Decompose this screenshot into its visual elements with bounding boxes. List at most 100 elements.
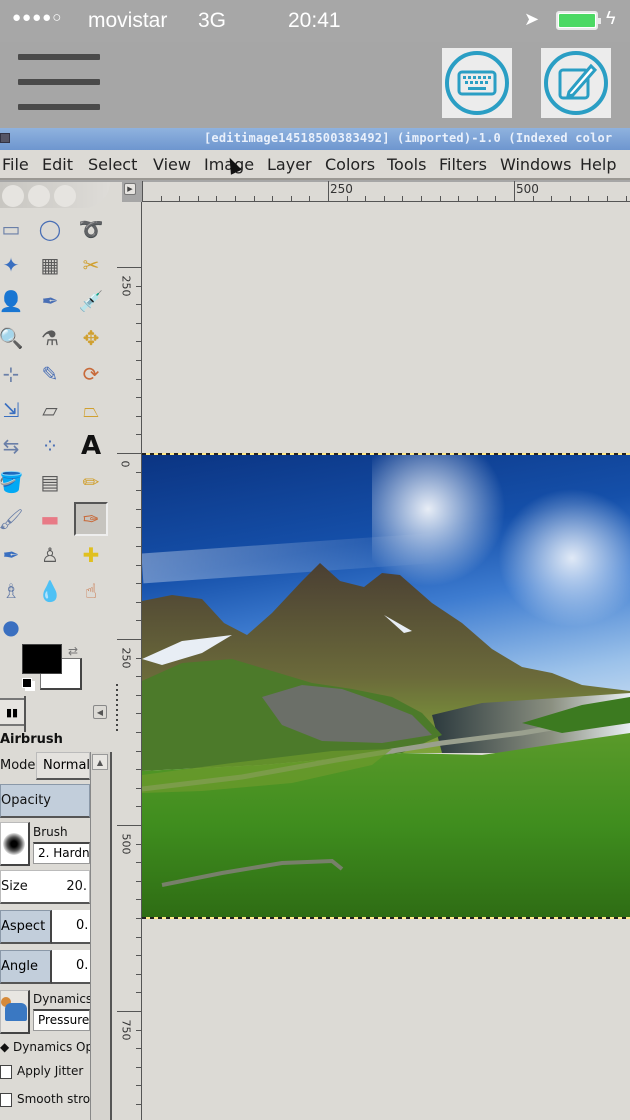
tool-flip-icon[interactable]: ⇆ bbox=[0, 429, 28, 463]
tool-free-select-icon[interactable]: ➰ bbox=[74, 212, 108, 246]
battery-icon bbox=[556, 11, 601, 30]
dynamics-field[interactable]: Pressure bbox=[33, 1009, 90, 1031]
image-layer[interactable] bbox=[142, 453, 630, 919]
ruler-tick bbox=[136, 713, 141, 715]
menu-bar: File Edit Select View Image Layer Colors… bbox=[0, 150, 630, 180]
tool-blur-sharpen-icon[interactable]: 💧 bbox=[33, 574, 67, 608]
menu-file[interactable]: File bbox=[2, 155, 29, 174]
tool-foreground-select-icon[interactable]: 👤 bbox=[0, 284, 28, 318]
tool-measure-icon[interactable]: ⚗ bbox=[33, 321, 67, 355]
options-scrollbar[interactable] bbox=[90, 752, 112, 1120]
tool-color-picker-icon[interactable]: 💉 bbox=[74, 284, 108, 318]
network-type: 3G bbox=[198, 9, 227, 32]
ruler-tick bbox=[117, 267, 141, 268]
dynamics-options-expander[interactable]: ◆ Dynamics Options bbox=[0, 1040, 90, 1054]
ruler-tick bbox=[136, 341, 141, 343]
menu-view[interactable]: View bbox=[153, 155, 191, 174]
ruler-tick bbox=[117, 453, 141, 454]
wilber-decoration bbox=[2, 185, 24, 207]
ruler-tick bbox=[160, 196, 162, 201]
ruler-tick bbox=[607, 196, 608, 201]
ruler-tick bbox=[136, 1104, 141, 1105]
tab-divider bbox=[24, 696, 26, 732]
ruler-tick bbox=[136, 880, 141, 882]
tool-paintbrush-icon[interactable]: 🖌 bbox=[0, 502, 28, 536]
edit-button[interactable] bbox=[541, 48, 611, 118]
aspect-value-field[interactable]: 0. bbox=[52, 910, 90, 944]
brush-name-field[interactable]: 2. Hardness 050 bbox=[33, 842, 90, 864]
hamburger-line bbox=[18, 104, 100, 110]
tool-crop-icon[interactable]: ✎ bbox=[33, 357, 67, 391]
tool-ellipse-select-icon[interactable]: ◯ bbox=[33, 212, 67, 246]
menu-layer[interactable]: Layer bbox=[267, 155, 312, 174]
tool-scissors-select-icon[interactable]: ✂ bbox=[74, 248, 108, 282]
swap-colors-icon[interactable]: ⇄ bbox=[68, 644, 78, 658]
ruler-tick bbox=[346, 196, 348, 201]
reset-colors-icon[interactable] bbox=[22, 678, 32, 688]
menu-windows[interactable]: Windows bbox=[500, 155, 571, 174]
tool-paths-icon[interactable]: ✒ bbox=[33, 284, 67, 318]
menu-tools[interactable]: Tools bbox=[387, 155, 426, 174]
opacity-slider[interactable]: Opacity bbox=[0, 784, 90, 818]
selection-marching-ants bbox=[142, 917, 630, 919]
tool-perspective-clone-icon[interactable]: ♗ bbox=[0, 574, 28, 608]
tool-align-icon[interactable]: ⊹ bbox=[0, 357, 28, 391]
ruler-tick bbox=[136, 843, 141, 845]
ruler-tick bbox=[588, 196, 590, 201]
window-title-bar: [editimage14518500383492] (imported)-1.0… bbox=[0, 128, 630, 150]
tool-clone-icon[interactable]: ♙ bbox=[33, 538, 67, 572]
dynamics-preview-button[interactable] bbox=[0, 990, 30, 1034]
tool-smudge-icon[interactable]: ☝ bbox=[74, 574, 108, 608]
tool-pencil-icon[interactable]: ✏ bbox=[74, 465, 108, 499]
ruler-tick bbox=[136, 694, 141, 696]
tool-fuzzy-select-icon[interactable]: ✦ bbox=[0, 248, 28, 282]
quick-mask-toggle-icon[interactable]: ▶ bbox=[124, 183, 136, 195]
tool-blend-icon[interactable]: ▤ bbox=[33, 465, 67, 499]
tool-rect-select-icon[interactable]: ▭ bbox=[0, 212, 28, 246]
menu-edit[interactable]: Edit bbox=[42, 155, 73, 174]
angle-value-field[interactable]: 0. bbox=[52, 950, 90, 984]
tool-options-tab[interactable]: ▮▮ bbox=[0, 698, 26, 726]
ruler-tick bbox=[136, 657, 141, 659]
ruler-label: 250 bbox=[330, 182, 353, 196]
tool-select-by-color-icon[interactable]: ▦ bbox=[33, 248, 67, 282]
menu-filters[interactable]: Filters bbox=[439, 155, 487, 174]
hamburger-menu-button[interactable] bbox=[18, 54, 100, 114]
menu-colors[interactable]: Colors bbox=[325, 155, 375, 174]
tool-rotate-icon[interactable]: ⟳ bbox=[74, 357, 108, 391]
mode-label: Mode: bbox=[0, 758, 40, 773]
scroll-up-arrow-icon[interactable]: ▲ bbox=[92, 754, 108, 770]
tool-bucket-fill-icon[interactable]: 🪣 bbox=[0, 465, 28, 499]
ruler-tick bbox=[514, 181, 515, 201]
menu-select[interactable]: Select bbox=[88, 155, 137, 174]
ruler-tick bbox=[142, 181, 143, 201]
tool-dodge-burn-icon[interactable]: ● bbox=[0, 610, 28, 644]
ruler-tick bbox=[136, 936, 141, 938]
tool-shear-icon[interactable]: ▱ bbox=[33, 393, 67, 427]
image-canvas[interactable] bbox=[142, 202, 630, 1120]
foreground-color-swatch[interactable] bbox=[22, 644, 62, 674]
size-value: 20. bbox=[66, 879, 87, 894]
tool-airbrush-icon[interactable]: ✑ bbox=[74, 501, 108, 536]
expander-arrow-icon: ◆ bbox=[0, 1040, 14, 1054]
tool-heal-icon[interactable]: ✚ bbox=[74, 538, 108, 572]
panel-menu-button[interactable]: ◀ bbox=[93, 705, 107, 719]
keyboard-button[interactable] bbox=[442, 48, 512, 118]
tool-perspective-icon[interactable]: ⏢ bbox=[74, 393, 108, 427]
tool-scale-icon[interactable]: ⇲ bbox=[0, 393, 28, 427]
apply-jitter-checkbox[interactable]: Apply Jitter bbox=[0, 1064, 90, 1079]
tool-text-icon[interactable]: A bbox=[74, 429, 108, 463]
mode-select[interactable]: Normal bbox=[36, 752, 90, 780]
tool-move-icon[interactable]: ✥ bbox=[74, 321, 108, 355]
size-slider[interactable]: Size 20. bbox=[0, 870, 90, 904]
ruler-label: 0 bbox=[118, 460, 132, 468]
ruler-tick bbox=[136, 620, 141, 622]
tool-eraser-icon[interactable]: ▬ bbox=[33, 502, 67, 536]
tool-cage-transform-icon[interactable]: ⁘ bbox=[33, 429, 67, 463]
smooth-stroke-checkbox[interactable]: Smooth stroke bbox=[0, 1092, 90, 1107]
tool-zoom-icon[interactable]: 🔍 bbox=[0, 321, 28, 355]
brush-label: Brush bbox=[33, 825, 68, 839]
brush-preview-button[interactable] bbox=[0, 822, 30, 866]
menu-help[interactable]: Help bbox=[580, 155, 616, 174]
tool-ink-icon[interactable]: ✒ bbox=[0, 538, 28, 572]
